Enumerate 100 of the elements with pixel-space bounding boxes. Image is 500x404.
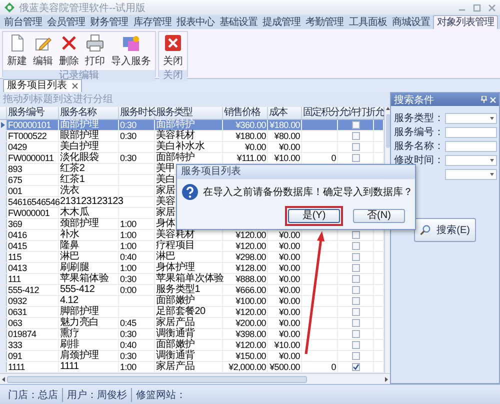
input-field[interactable] [445, 126, 497, 138]
table-cell: ¥150.00 [223, 351, 268, 361]
menu-tab[interactable]: 库存管理 [131, 15, 174, 29]
document-tab[interactable]: 服务项目列表 [3, 79, 82, 92]
table-row[interactable]: 333 刷排 0:40 面部嫩护 ¥120.00 ¥10.00 [0, 340, 384, 351]
table-cell: ¥666.00 [223, 285, 268, 295]
checkbox[interactable] [352, 242, 360, 250]
checkbox[interactable] [352, 121, 360, 129]
status-text: 用户：周俊杉 [62, 388, 131, 402]
table-cell: 0932 [7, 296, 59, 306]
table-cell: 001 [7, 186, 59, 196]
search-button[interactable]: 搜索(E) [414, 218, 476, 242]
menu-tab[interactable]: 工具面板 [346, 15, 389, 29]
table-row[interactable]: 0932 4.12 面部嫩护 ¥100.00 ¥0.00 [0, 296, 384, 307]
menu-tab[interactable]: 基础设置 [217, 15, 260, 29]
menu-tab[interactable]: 前台管理 [2, 15, 44, 29]
dialog-button[interactable]: 否(N) [353, 208, 405, 222]
column-header[interactable]: 销售价格 [223, 107, 268, 119]
table-cell: ¥80.00 [268, 131, 302, 141]
table-row[interactable]: 0429 美白护理 美白补水水 ¥0.00 ¥0.00 [0, 142, 384, 153]
checkbox[interactable] [352, 363, 360, 371]
column-header[interactable]: 成本 [268, 107, 302, 119]
checkbox[interactable] [352, 330, 360, 338]
close-icon [164, 34, 182, 52]
table-cell: ¥0.00 [268, 263, 302, 273]
table-cell: 0:00 [119, 285, 155, 295]
table-row[interactable]: 063 魅力亮白 0:45 家居产品 ¥200.00 ¥0.00 [0, 318, 384, 329]
table-cell: ¥398.00 [223, 329, 268, 339]
checkbox[interactable] [352, 297, 360, 305]
table-row[interactable]: 0413 刷刷腿 1:00 身体护理 ¥128.00 ¥0.00 [0, 263, 384, 274]
table-cell: 魅力亮白 [59, 318, 119, 328]
dialog-button[interactable]: 是(Y) [288, 208, 340, 222]
table-cell: ¥0.00 [268, 285, 302, 295]
table-cell: 面部特护 [155, 120, 223, 130]
menu-tab[interactable]: 会员管理 [45, 15, 88, 29]
table-row[interactable]: 111 苹果箱体验 0:30 苹果箱单次体验 ¥888.00 ¥0.00 [0, 274, 384, 285]
table-cell: 面部嫩护 [155, 296, 223, 306]
checkbox[interactable] [352, 275, 360, 283]
menu-tab[interactable]: 考勤管理 [304, 15, 346, 29]
table-cell: 0:45 [119, 318, 155, 328]
table-row[interactable]: 115 淋巴 0:40 淋巴 ¥298.00 ¥0.00 [0, 252, 384, 263]
close-icon[interactable] [72, 83, 78, 89]
table-row[interactable]: 555-412 555-412 0:00 服务类型1 ¥666.00 ¥0.00 [0, 285, 384, 296]
table-cell: ¥888.00 [223, 274, 268, 284]
table-cell: 0415 [7, 241, 59, 251]
table-cell: 091 [7, 351, 59, 361]
toolbar-button[interactable]: 删除 [57, 33, 81, 69]
menu-tab[interactable]: 财务管理 [88, 15, 130, 29]
maximize-icon[interactable] [473, 4, 481, 12]
column-header[interactable]: 服务类型 [155, 107, 223, 119]
group-label: 关闭 [159, 70, 187, 81]
checkbox[interactable] [352, 352, 360, 360]
dropdown-field[interactable] [445, 112, 497, 124]
table-row[interactable]: FT000522 眼部护理 0:30 美容耗材 ¥180.00 ¥80.00 [0, 131, 384, 142]
toolbar-button[interactable]: 编辑 [31, 33, 55, 69]
menu-tab[interactable]: 提成管理 [260, 15, 303, 29]
column-header[interactable]: 服务编号 [7, 107, 59, 119]
table-cell: 1:00 [119, 230, 155, 240]
toolbar-button[interactable]: 导入服务 [109, 33, 153, 69]
table-cell: 调衡通背 [155, 351, 223, 361]
table-cell: 木木瓜 [59, 208, 119, 218]
column-header[interactable]: 服务名称 [59, 107, 119, 119]
column-header[interactable]: 服务时长 [119, 107, 155, 119]
table-row[interactable]: 091 肩颈护理 0:30 调衡通背 ¥150.00 ¥0.00 [0, 351, 384, 362]
pin-icon[interactable] [481, 96, 487, 103]
toolbar-button[interactable]: 打印 [83, 33, 107, 69]
menu-tab[interactable]: 商城设置 [390, 15, 432, 29]
toolbar-button[interactable]: 新建 [5, 33, 29, 69]
table-row[interactable]: 0415 隆鼻 1:00 疗程项目 ¥120.00 ¥0.00 [0, 241, 384, 252]
checkbox[interactable] [352, 264, 360, 272]
checkbox[interactable] [352, 143, 360, 151]
checkbox[interactable] [352, 231, 360, 239]
table-cell: 0:30 [119, 351, 155, 361]
checkbox[interactable] [352, 286, 360, 294]
input-field[interactable] [445, 140, 497, 152]
column-header[interactable]: 允许打折 [338, 107, 374, 119]
menu-tab[interactable]: 报表中心 [174, 15, 216, 29]
table-cell: ¥200.00 [223, 318, 268, 328]
dropdown-field[interactable] [445, 168, 497, 180]
table-row[interactable]: 019874 熏疗 0:30 调衡通背 ¥398.00 ¥0.00 [0, 329, 384, 340]
checkbox[interactable] [352, 319, 360, 327]
checkbox[interactable] [352, 253, 360, 261]
table-cell: 苹果箱体验 [59, 274, 119, 284]
row-pointer-icon [1, 122, 5, 128]
horizontal-scrollbar[interactable] [0, 373, 390, 384]
left-arrow-icon [2, 376, 5, 382]
checkbox[interactable] [352, 341, 360, 349]
table-cell: ¥0.00 [268, 351, 302, 361]
table-cell: 1:00 [119, 362, 155, 372]
table-cell: 0631 [7, 307, 59, 317]
table-cell: ¥10.00 [268, 153, 302, 163]
checkbox[interactable] [352, 132, 360, 140]
checkbox[interactable] [352, 308, 360, 316]
table-row[interactable]: 0631 脚部护理 足部套餐20 ¥120.00 ¥0.00 [0, 307, 384, 318]
group-label: 记录编辑 [3, 70, 155, 81]
menu-tab[interactable]: 对象列表管理 [432, 15, 498, 29]
field-label: 服务类型： [394, 112, 444, 125]
table-cell: 115 [7, 252, 59, 262]
dropdown-field[interactable] [445, 154, 497, 166]
checkbox[interactable] [352, 154, 360, 162]
